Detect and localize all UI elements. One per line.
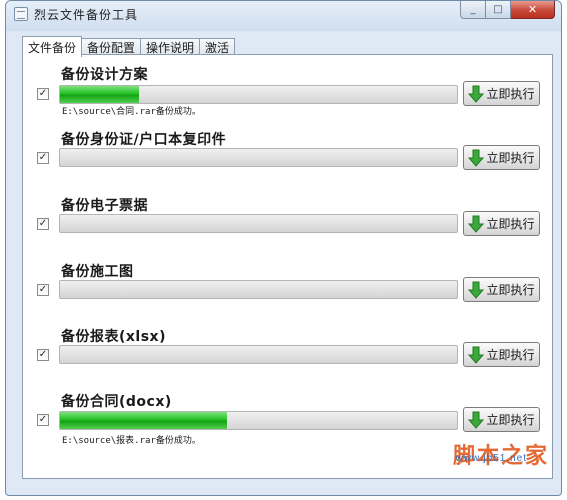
task-title: 备份报表(xlsx)	[61, 329, 166, 345]
task-title: 备份施工图	[61, 264, 134, 280]
run-now-button[interactable]: 立即执行	[463, 342, 540, 367]
run-now-label: 立即执行	[486, 151, 535, 165]
title-bar[interactable]: 烈云文件备份工具 _ □ ✕	[6, 1, 561, 31]
run-now-label: 立即执行	[486, 413, 535, 427]
task-checkbox[interactable]: ✓	[37, 152, 49, 164]
progress-bar	[59, 148, 458, 167]
task-checkbox[interactable]: ✓	[37, 349, 49, 361]
run-now-label: 立即执行	[486, 348, 535, 362]
window-title: 烈云文件备份工具	[34, 8, 139, 22]
task-status: E:\source\合同.rar备份成功。	[62, 107, 201, 117]
down-arrow-icon	[468, 215, 485, 233]
caption-buttons: _ □ ✕	[460, 1, 555, 21]
run-now-label: 立即执行	[486, 217, 535, 231]
task-status: E:\source\报表.rar备份成功。	[62, 436, 201, 446]
maximize-button[interactable]: □	[486, 1, 511, 19]
run-now-button[interactable]: 立即执行	[463, 81, 540, 106]
run-now-button[interactable]: 立即执行	[463, 407, 540, 432]
app-icon	[14, 7, 28, 21]
down-arrow-icon	[468, 149, 485, 167]
progress-fill	[60, 412, 227, 429]
down-arrow-icon	[468, 281, 485, 299]
tab-file-backup[interactable]: 文件备份	[22, 36, 83, 57]
task-checkbox[interactable]: ✓	[37, 284, 49, 296]
run-now-label: 立即执行	[486, 283, 535, 297]
progress-bar	[59, 411, 458, 430]
down-arrow-icon	[468, 85, 485, 103]
close-button[interactable]: ✕	[511, 1, 555, 19]
run-now-button[interactable]: 立即执行	[463, 211, 540, 236]
task-checkbox[interactable]: ✓	[37, 88, 49, 100]
task-title: 备份身份证/户口本复印件	[61, 132, 227, 148]
task-title: 备份合同(docx)	[61, 394, 172, 410]
run-now-button[interactable]: 立即执行	[463, 145, 540, 170]
progress-bar	[59, 345, 458, 364]
progress-bar	[59, 280, 458, 299]
minimize-button[interactable]: _	[460, 1, 486, 19]
run-now-label: 立即执行	[486, 87, 535, 101]
watermark-url: www.jb51.net	[455, 453, 527, 464]
down-arrow-icon	[468, 411, 485, 429]
task-checkbox[interactable]: ✓	[37, 414, 49, 426]
down-arrow-icon	[468, 346, 485, 364]
run-now-button[interactable]: 立即执行	[463, 277, 540, 302]
progress-bar	[59, 85, 458, 104]
task-title: 备份电子票据	[61, 198, 148, 214]
task-title: 备份设计方案	[61, 67, 148, 83]
progress-fill	[60, 86, 140, 103]
tab-strip: 文件备份 备份配置 操作说明 激活	[22, 36, 236, 57]
task-checkbox[interactable]: ✓	[37, 218, 49, 230]
progress-bar	[59, 214, 458, 233]
